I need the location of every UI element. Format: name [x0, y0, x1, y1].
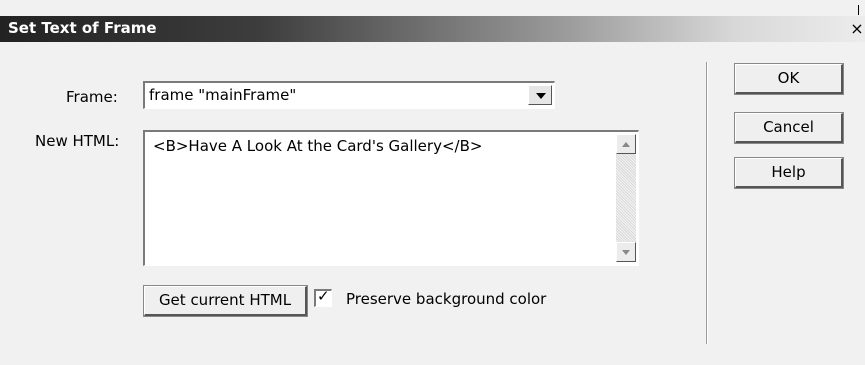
ok-button[interactable]: OK — [734, 63, 844, 95]
scroll-down-icon[interactable] — [616, 242, 636, 262]
set-text-of-frame-dialog: Set Text of Frame × Frame: frame "mainFr… — [0, 0, 865, 365]
scroll-up-icon[interactable] — [616, 134, 636, 154]
preserve-bg-checkbox[interactable]: ✓ — [314, 287, 332, 307]
cancel-button[interactable]: Cancel — [734, 112, 844, 144]
new-html-label: New HTML: — [35, 132, 120, 150]
vertical-scrollbar[interactable] — [616, 134, 636, 262]
checkmark-icon: ✓ — [317, 287, 330, 305]
frame-select-value: frame "mainFrame" — [149, 86, 297, 104]
chevron-down-icon[interactable] — [528, 85, 552, 105]
vertical-divider — [706, 62, 708, 344]
preserve-bg-label: Preserve background color — [346, 290, 547, 308]
frame-select[interactable]: frame "mainFrame" — [143, 81, 555, 109]
title-bar[interactable]: Set Text of Frame × — [0, 16, 865, 42]
close-icon[interactable]: × — [849, 19, 865, 39]
get-current-html-button[interactable]: Get current HTML — [143, 285, 308, 317]
help-button[interactable]: Help — [734, 157, 844, 189]
new-html-text: <B>Have A Look At the Card's Gallery</B> — [153, 137, 483, 155]
window-edge-tick — [858, 5, 859, 15]
new-html-textarea[interactable]: <B>Have A Look At the Card's Gallery</B> — [143, 130, 639, 266]
dialog-title: Set Text of Frame — [8, 19, 157, 37]
frame-label: Frame: — [66, 88, 118, 106]
